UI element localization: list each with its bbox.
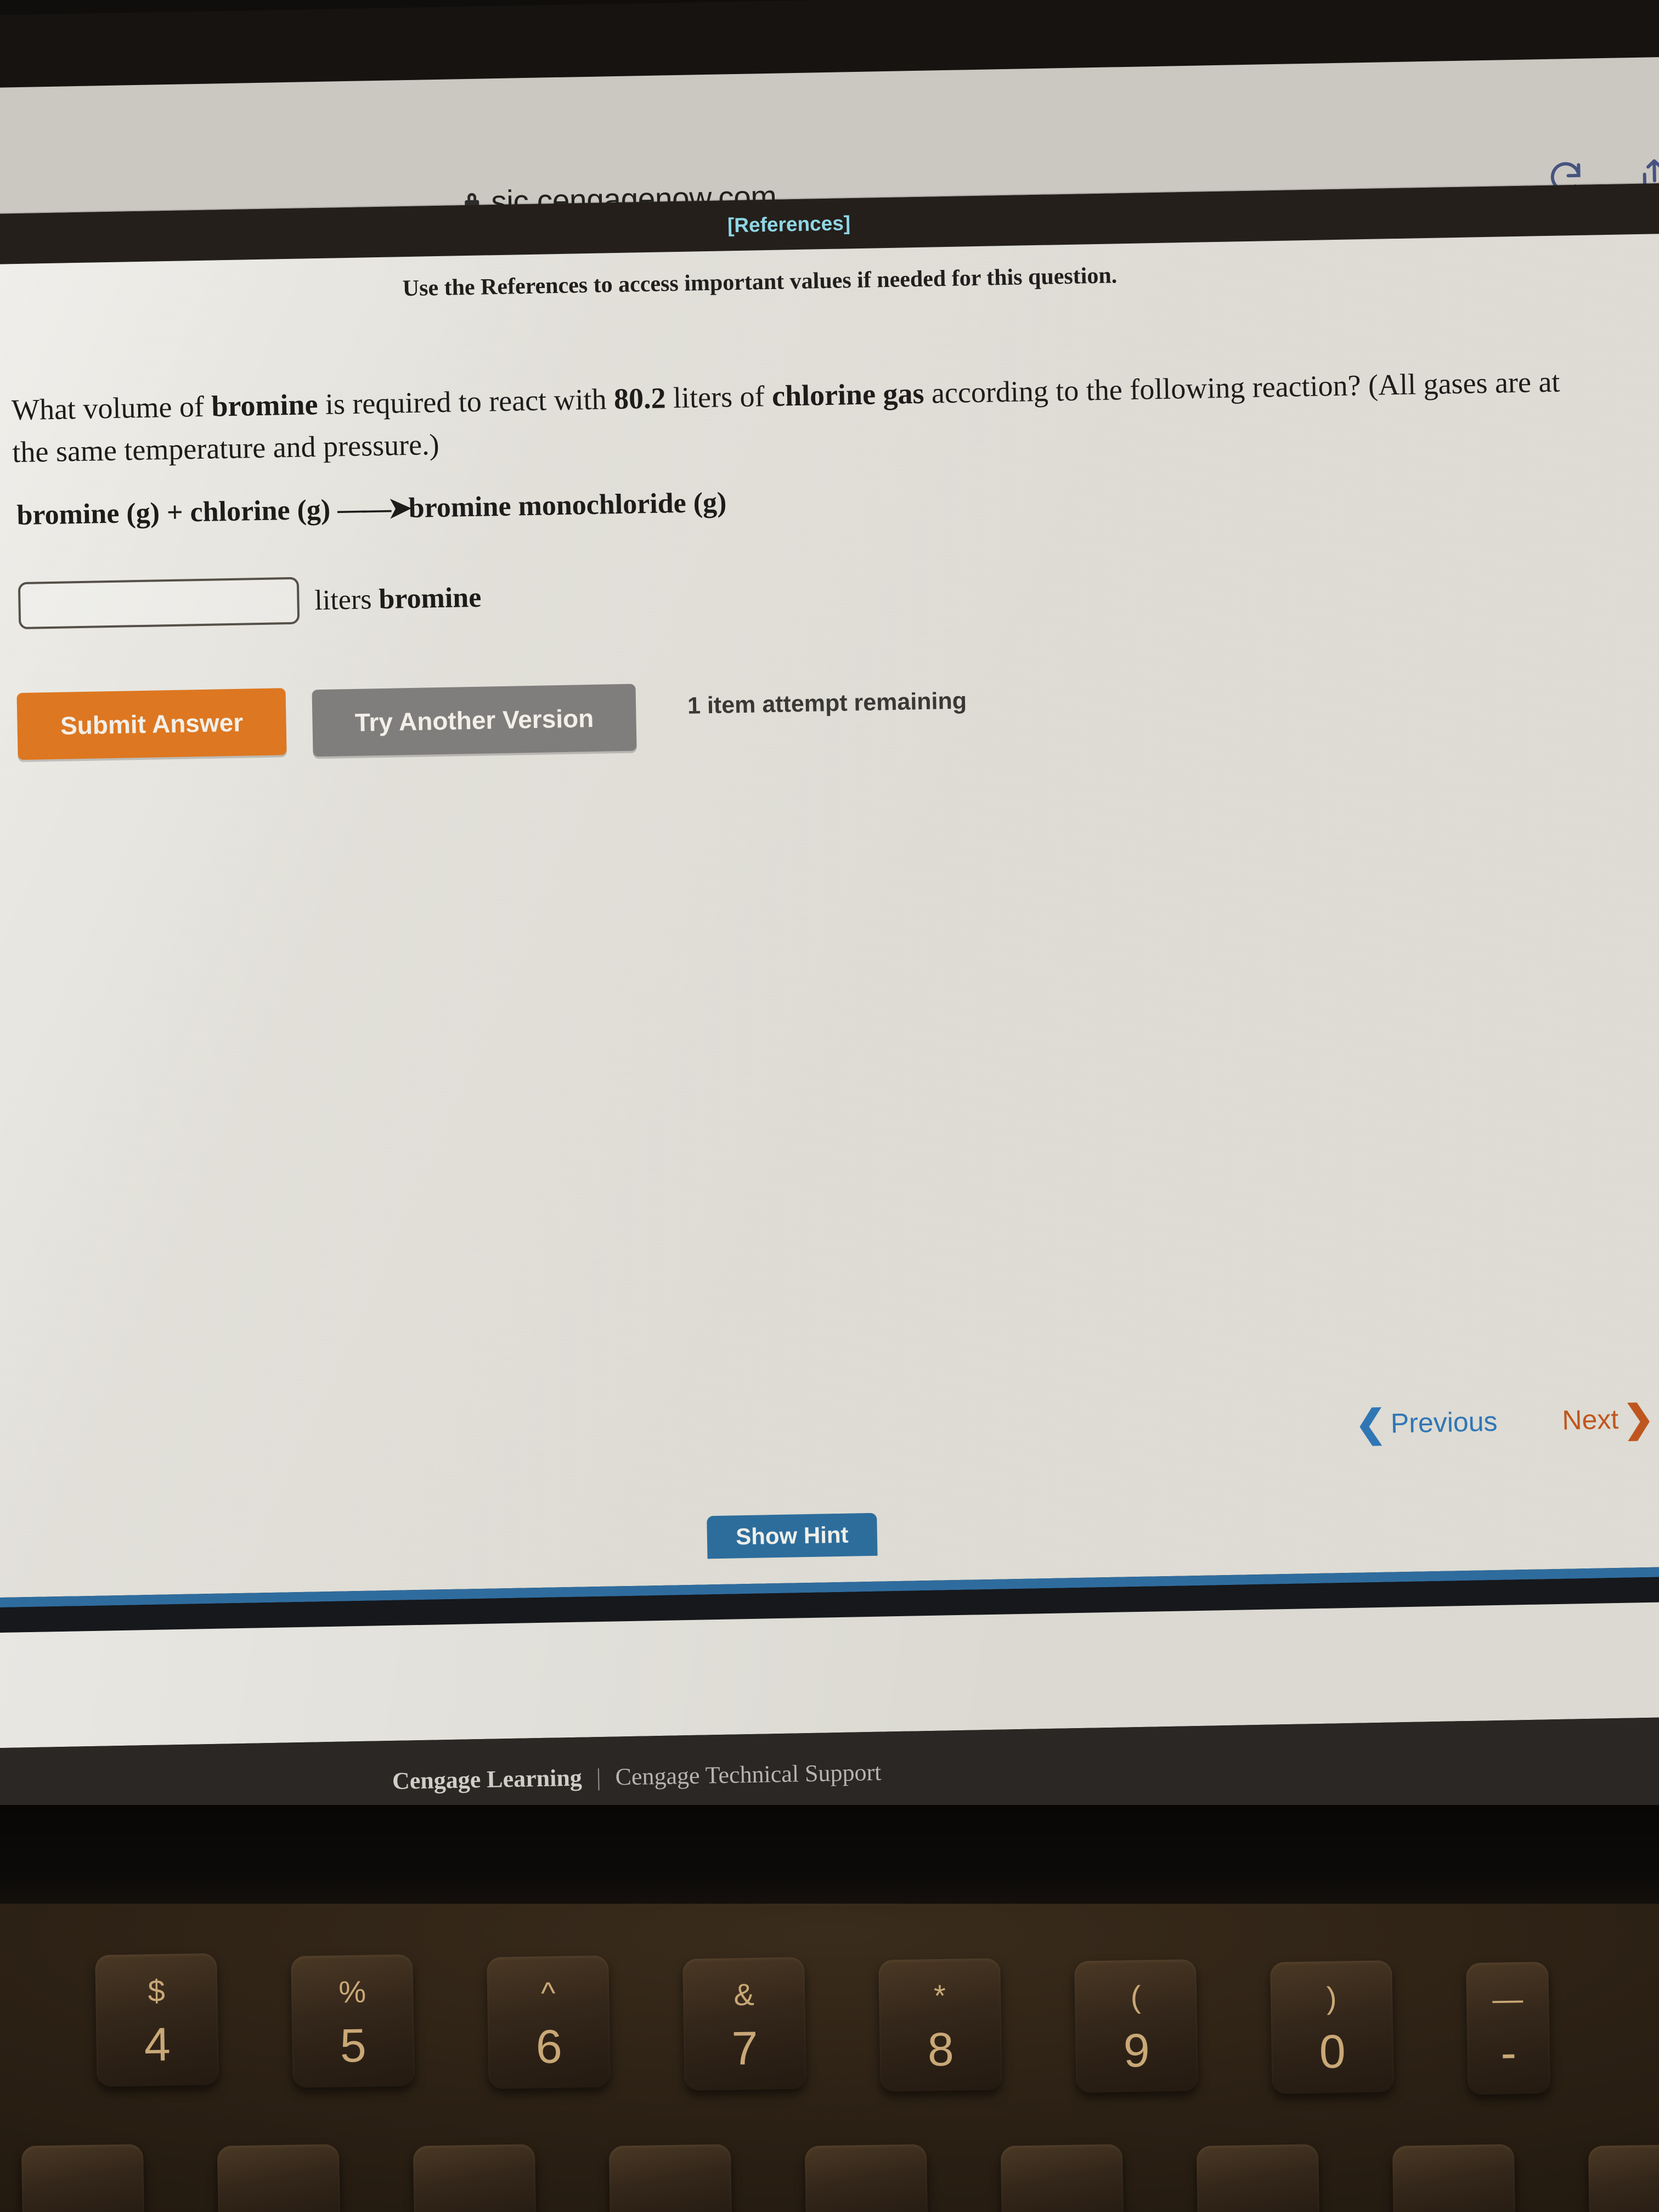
physical-keyboard: $4% 5 ^ 6 & 7 * 8(9) 0— - xyxy=(0,1904,1659,2212)
submit-answer-button[interactable]: Submit Answer xyxy=(16,688,287,760)
key-number-label: 8 xyxy=(927,2023,955,2076)
keyboard-key[interactable]: ^ 6 xyxy=(487,1955,611,2090)
keyboard-key-partial[interactable] xyxy=(608,2144,732,2212)
question-bold-chlorine: chlorine gas xyxy=(771,376,925,413)
chevron-left-icon: ❮ xyxy=(1355,1402,1387,1445)
key-number-label: 9 xyxy=(1123,2024,1150,2078)
key-number-label: 4 xyxy=(144,2018,171,2072)
previous-label: Previous xyxy=(1390,1406,1498,1439)
next-label: Next xyxy=(1561,1403,1619,1436)
key-number-label: 6 xyxy=(535,2021,563,2074)
references-link[interactable]: [References] xyxy=(727,212,851,237)
cengage-technical-support-link[interactable]: Cengage Technical Support xyxy=(615,1758,882,1791)
answer-unit-label: liters bromine xyxy=(314,581,482,617)
key-symbol-label: — xyxy=(1492,1981,1523,2017)
key-symbol-label: ^ xyxy=(540,1976,556,2011)
question-part-2: is required to react with xyxy=(317,382,614,421)
key-symbol-label: $ xyxy=(148,1973,166,2008)
key-number-label: - xyxy=(1500,2027,1517,2080)
question-part-3: liters of xyxy=(665,379,772,415)
keyboard-key[interactable]: % 5 xyxy=(291,1954,415,2088)
key-number-label: 7 xyxy=(731,2022,759,2075)
keyboard-key-partial[interactable] xyxy=(1000,2144,1124,2212)
next-button[interactable]: Next ❯ xyxy=(1561,1397,1655,1440)
key-symbol-label: ) xyxy=(1326,1980,1337,2016)
key-number-label: 0 xyxy=(1319,2025,1346,2079)
chevron-right-icon: ❯ xyxy=(1622,1397,1655,1440)
keyboard-key[interactable]: ) 0 xyxy=(1270,1960,1394,2094)
action-buttons: Submit Answer Try Another Version 1 item… xyxy=(16,675,967,762)
equation-products: bromine monochloride (g) xyxy=(408,487,727,524)
keyboard-key-partial[interactable] xyxy=(413,2144,537,2212)
key-symbol-label: & xyxy=(733,1977,755,2012)
key-symbol-label: * xyxy=(933,1978,946,2013)
keyboard-key-partial[interactable] xyxy=(1588,2144,1659,2212)
answer-input[interactable] xyxy=(18,577,300,630)
unit-bold: bromine xyxy=(378,582,482,615)
question-text: What volume of bromine is required to re… xyxy=(11,360,1598,473)
key-symbol-label: ( xyxy=(1130,1979,1141,2015)
page-navigation: ❮ Previous Next ❯ xyxy=(1355,1397,1655,1445)
keyboard-key-partial[interactable] xyxy=(804,2144,928,2212)
key-symbol-label: % xyxy=(338,1974,366,2010)
question-bold-volume: 80.2 xyxy=(613,381,667,416)
photo-of-laptop-screen: sjc.cengagenow.com [References] Use the … xyxy=(0,0,1659,2212)
device-screen: sjc.cengagenow.com [References] Use the … xyxy=(0,0,1659,1843)
equation-reactants: bromine (g) + chlorine (g) xyxy=(16,494,331,532)
question-part-1: What volume of xyxy=(11,390,212,427)
keyboard-key[interactable]: & 7 xyxy=(682,1956,806,2091)
keyboard-key-partial[interactable] xyxy=(21,2144,145,2212)
show-hint-button[interactable]: Show Hint xyxy=(707,1513,878,1559)
keyboard-key-partial[interactable] xyxy=(1196,2144,1320,2212)
cengage-learning-link[interactable]: Cengage Learning xyxy=(392,1764,582,1795)
previous-button[interactable]: ❮ Previous xyxy=(1355,1402,1498,1445)
unit-plain: liters xyxy=(314,583,379,616)
references-note: Use the References to access important v… xyxy=(402,263,1118,302)
reaction-arrow-icon: ——➤ xyxy=(337,493,409,526)
keyboard-key[interactable]: * 8 xyxy=(878,1958,1002,2092)
key-number-label: 5 xyxy=(340,2019,367,2073)
keyboard-key[interactable]: — - xyxy=(1466,1962,1550,2095)
keyboard-key-partial[interactable] xyxy=(217,2144,341,2212)
try-another-version-button[interactable]: Try Another Version xyxy=(312,684,637,757)
footer-separator: | xyxy=(596,1764,602,1791)
question-page: Use the References to access important v… xyxy=(0,233,1659,1598)
keyboard-key[interactable]: (9 xyxy=(1074,1959,1198,2093)
question-bold-bromine: bromine xyxy=(211,388,318,423)
keyboard-key-partial[interactable] xyxy=(1392,2144,1516,2212)
chemical-equation: bromine (g) + chlorine (g) ——➤bromine mo… xyxy=(16,486,727,532)
footer-links: Cengage Learning | Cengage Technical Sup… xyxy=(392,1758,881,1795)
keyboard-key[interactable]: $4 xyxy=(95,1953,219,2087)
answer-row: liters bromine xyxy=(18,574,482,630)
attempts-remaining-text: 1 item attempt remaining xyxy=(687,687,967,719)
